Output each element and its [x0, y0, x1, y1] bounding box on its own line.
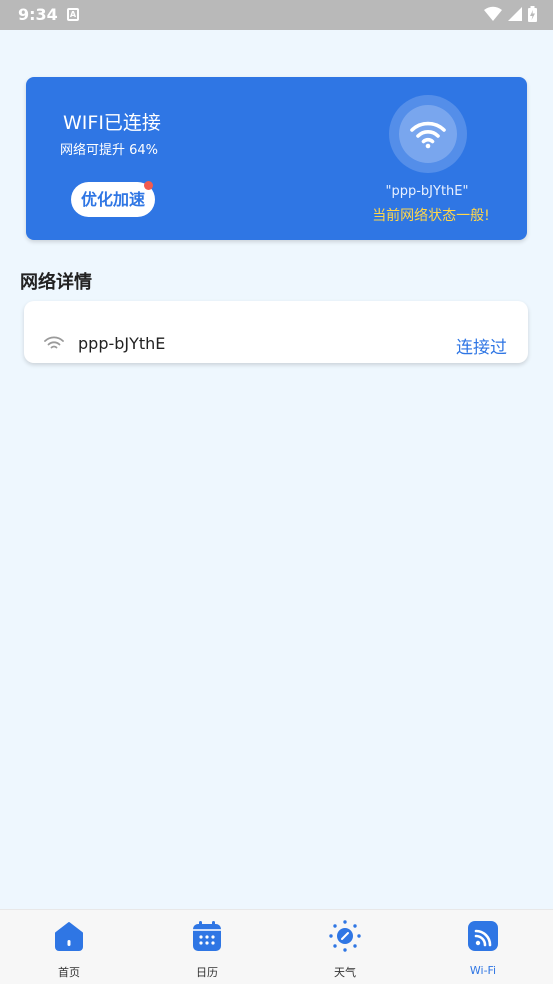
optimize-boost-button[interactable]: 优化加速 [71, 182, 155, 217]
connected-ssid: "ppp-bJYthE" [385, 184, 469, 199]
wifi-status-icon [484, 6, 502, 22]
network-improve-text: 网络可提升 64% [60, 143, 159, 158]
wifi-icon [410, 121, 446, 149]
network-details-title: 网络详情 [20, 272, 92, 293]
tab-home[interactable]: 首页 [0, 910, 138, 984]
system-icons [484, 6, 537, 22]
network-name: ppp-bJYthE [78, 334, 166, 353]
notification-a-icon: A [67, 8, 79, 21]
wifi-signal-icon [44, 336, 64, 349]
tab-calendar[interactable]: 日历 [138, 910, 276, 984]
wifi-connected-title: WIFI已连接 [63, 112, 161, 134]
tab-calendar-label: 日历 [196, 966, 218, 979]
wifi-status-card: WIFI已连接 网络可提升 64% 优化加速 "ppp-bJYthE" 当前网络… [26, 77, 527, 240]
tab-weather[interactable]: 天气 [276, 910, 414, 984]
tab-wifi-label: Wi-Fi [469, 964, 497, 977]
weather-icon [329, 920, 361, 952]
cell-signal-icon [508, 7, 522, 21]
tab-home-label: 首页 [58, 966, 80, 979]
tab-weather-label: 天气 [334, 966, 356, 979]
home-icon [55, 922, 83, 951]
status-time: 9:34 [18, 5, 58, 24]
battery-icon [528, 6, 537, 22]
network-list-item[interactable]: ppp-bJYthE 连接过 [24, 301, 528, 363]
status-bar: 9:34 A [0, 0, 553, 30]
wifi-icon-circle [399, 105, 457, 163]
calendar-icon [193, 921, 221, 951]
boost-badge-dot [144, 181, 153, 190]
wifi-icon-halo [389, 95, 467, 173]
network-connected-status[interactable]: 连接过 [456, 333, 507, 358]
bottom-tab-bar: 首页 日历 天气 Wi-Fi [0, 909, 553, 984]
tab-wifi[interactable]: Wi-Fi [414, 910, 552, 984]
wifi-tab-icon [468, 921, 498, 951]
network-state-message: 当前网络状态一般! [372, 208, 490, 224]
